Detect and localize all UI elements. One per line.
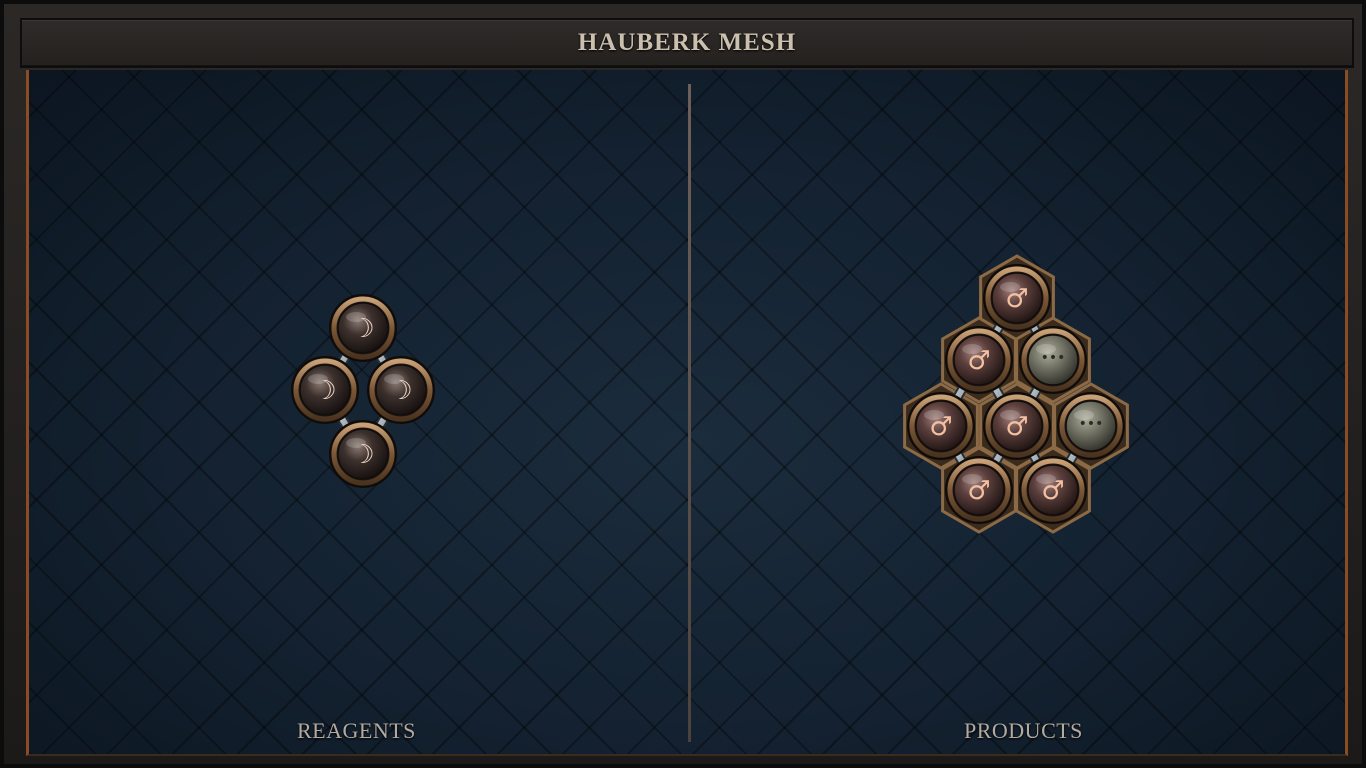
atom-glyph: ☽ [313, 376, 336, 406]
atom-glyph: ♂ [929, 412, 952, 442]
atom-glyph: ☽ [351, 314, 374, 344]
product-molecule: ♂ ♂ ♂ ♂ ♂ ♂ ••• ••• [903, 254, 1129, 534]
puzzle-board: ☽ ☽ ☽ ☽ ♂ ♂ ♂ ♂ ♂ ♂ ••• ••• REAGENTS PRODUCTS [26, 70, 1348, 756]
iron-atom: ♂ [945, 326, 1013, 394]
atom-glyph: ♂ [967, 346, 990, 376]
salt-atom: ☽ [367, 356, 435, 424]
atom-glyph: ☽ [389, 376, 412, 406]
iron-atom: ♂ [1019, 456, 1087, 524]
reagents-label: REAGENTS [297, 718, 416, 743]
atom-glyph: ••• [1079, 416, 1104, 432]
puzzle-title: HAUBERK MESH [577, 29, 797, 56]
atom-glyph: ♂ [1041, 476, 1064, 506]
salt-atom: ☽ [329, 294, 397, 362]
atom-glyph: ♂ [1005, 412, 1028, 442]
iron-atom: ♂ [983, 392, 1051, 460]
atom-glyph: ••• [1041, 350, 1066, 366]
window-frame: HAUBERK MESH ☽ ☽ ☽ ☽ ♂ ♂ ♂ ♂ ♂ ♂ ••• •••… [0, 0, 1366, 768]
quintessence-atom: ••• [1019, 326, 1087, 394]
title-bar: HAUBERK MESH [20, 18, 1354, 68]
iron-atom: ♂ [945, 456, 1013, 524]
atom-glyph: ☽ [351, 440, 374, 470]
iron-atom: ♂ [907, 392, 975, 460]
reagent-molecule: ☽ ☽ ☽ ☽ [291, 294, 435, 488]
products-label: PRODUCTS [964, 718, 1083, 743]
molecules-layer: ☽ ☽ ☽ ☽ ♂ ♂ ♂ ♂ ♂ ♂ ••• ••• [291, 254, 1129, 534]
quintessence-atom: ••• [1057, 392, 1125, 460]
salt-atom: ☽ [291, 356, 359, 424]
atom-glyph: ♂ [1005, 284, 1028, 314]
salt-atom: ☽ [329, 420, 397, 488]
atom-glyph: ♂ [967, 476, 990, 506]
iron-atom: ♂ [983, 264, 1051, 332]
